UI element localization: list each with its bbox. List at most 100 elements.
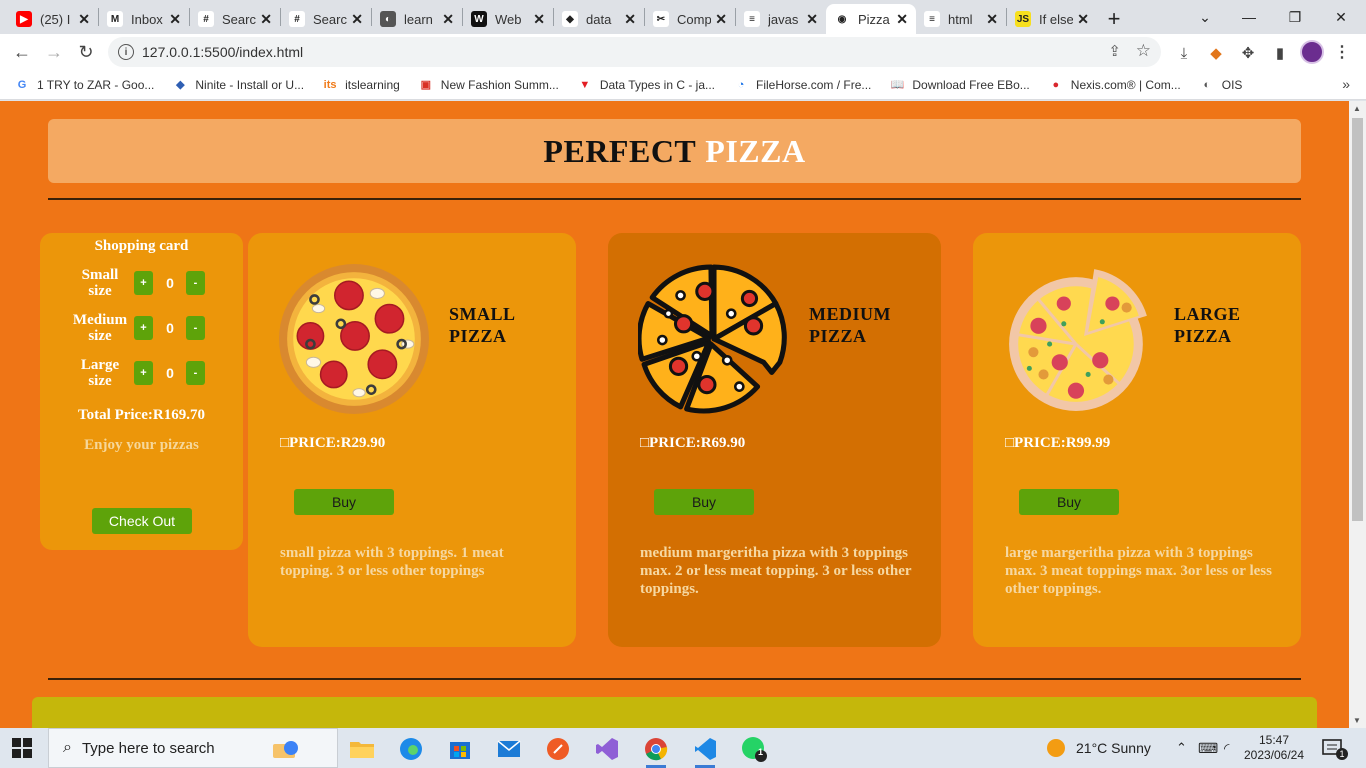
extensions-puzzle-icon[interactable]: ✥: [1238, 43, 1258, 63]
download-icon[interactable]: ⤓: [1174, 43, 1194, 63]
tab-search-icon[interactable]: ⌄: [1182, 0, 1228, 34]
reload-icon[interactable]: ↻: [74, 40, 98, 64]
cart-size-label: Large size: [80, 357, 120, 389]
browser-tab[interactable]: ≡ javas ✕: [736, 4, 826, 34]
notification-center-icon[interactable]: 1: [1322, 728, 1348, 768]
browser-tab[interactable]: W Web ✕: [463, 4, 553, 34]
more-bookmarks-icon[interactable]: »: [1342, 76, 1350, 92]
tab-close-icon[interactable]: ✕: [806, 11, 818, 28]
tab-close-icon[interactable]: ✕: [715, 11, 727, 28]
tab-close-icon[interactable]: ✕: [442, 11, 454, 28]
browser-tab[interactable]: # Searc ✕: [281, 4, 371, 34]
minimize-button[interactable]: —: [1226, 0, 1272, 34]
back-arrow-icon[interactable]: ←: [10, 40, 34, 64]
postman-icon[interactable]: [538, 733, 578, 765]
small-decrease-button[interactable]: -: [186, 271, 205, 295]
cart-row-small: Small size + 0 -: [40, 265, 243, 301]
url-text[interactable]: 127.0.0.1:5500/index.html: [142, 44, 303, 60]
edge-browser-icon[interactable]: [391, 733, 431, 765]
microsoft-store-icon[interactable]: [440, 733, 480, 765]
tab-title: Comp: [677, 11, 712, 27]
bookmark-item[interactable]: its itslearning: [322, 77, 400, 93]
bookmark-item[interactable]: ◐ OIS: [1199, 77, 1242, 93]
vscode-icon[interactable]: [685, 733, 725, 768]
profile-avatar[interactable]: [1300, 40, 1324, 64]
browser-tab[interactable]: JS If else ✕: [1007, 4, 1097, 34]
file-explorer-icon[interactable]: [342, 733, 382, 765]
page-scrollbar[interactable]: ▲ ▼: [1349, 101, 1366, 728]
network-icon[interactable]: ⌨: [1198, 728, 1218, 768]
medium-decrease-button[interactable]: -: [186, 316, 205, 340]
address-bar[interactable]: i 127.0.0.1:5500/index.html ⇪ ☆: [108, 37, 1161, 67]
tab-favicon-icon: #: [289, 11, 305, 27]
scrollbar-thumb[interactable]: [1352, 118, 1363, 521]
medium-pizza-image: [638, 264, 787, 414]
small-increase-button[interactable]: +: [134, 271, 153, 295]
show-hidden-icons-chevron-icon[interactable]: ⌃: [1176, 728, 1187, 768]
product-price-large: □PRICE:R99.99: [1005, 435, 1111, 451]
tab-close-icon[interactable]: ✕: [624, 11, 636, 28]
new-tab-button[interactable]: +: [1097, 4, 1131, 34]
tab-close-icon[interactable]: ✕: [533, 11, 545, 28]
site-info-icon[interactable]: i: [118, 44, 134, 60]
bookmark-item[interactable]: ● Nexis.com® | Com...: [1048, 77, 1180, 93]
tab-close-icon[interactable]: ✕: [1077, 11, 1089, 28]
bookmark-star-icon[interactable]: ☆: [1136, 41, 1151, 61]
weather-widget[interactable]: 21°C Sunny: [1046, 728, 1151, 768]
checkout-button[interactable]: Check Out: [92, 508, 192, 534]
page-viewport: PERFECT PIZZA Shopping card Small size +…: [0, 101, 1349, 728]
tab-close-icon[interactable]: ✕: [351, 11, 363, 28]
bookmark-item[interactable]: G 1 TRY to ZAR - Goo...: [14, 77, 155, 93]
chrome-icon[interactable]: [636, 733, 676, 768]
medium-increase-button[interactable]: +: [134, 316, 153, 340]
browser-tab[interactable]: ◆ data ✕: [554, 4, 644, 34]
visual-studio-icon[interactable]: [587, 733, 627, 765]
metamask-fox-icon[interactable]: ◆: [1206, 43, 1226, 63]
large-increase-button[interactable]: +: [134, 361, 153, 385]
buy-medium-button[interactable]: Buy: [654, 489, 754, 515]
tab-favicon-icon: ≡: [924, 11, 940, 27]
scroll-down-arrow-icon[interactable]: ▼: [1353, 716, 1361, 725]
tab-title: Web: [495, 11, 522, 27]
browser-tab[interactable]: # Searc ✕: [190, 4, 280, 34]
clock-time: 15:47: [1258, 733, 1290, 747]
taskbar-search-placeholder: Type here to search: [81, 739, 215, 757]
product-name-line2: PIZZA: [449, 326, 507, 346]
windows-taskbar: ⌕ Type here to search 1 21°C Sunny ⌃ ⌨ ◜…: [0, 728, 1366, 768]
mail-icon[interactable]: [489, 733, 529, 765]
bookmark-item[interactable]: 📖 Download Free EBo...: [889, 77, 1030, 93]
whatsapp-icon[interactable]: 1: [734, 733, 774, 765]
side-panel-icon[interactable]: ▮: [1270, 43, 1290, 63]
tab-close-icon[interactable]: ✕: [78, 11, 90, 28]
buy-small-button[interactable]: Buy: [294, 489, 394, 515]
browser-menu-icon[interactable]: ⋮: [1334, 42, 1350, 62]
tab-close-icon[interactable]: ✕: [260, 11, 272, 28]
bookmark-favicon-icon: ◐: [1203, 78, 1211, 91]
browser-tab[interactable]: ≡ html ✕: [916, 4, 1006, 34]
bookmark-item[interactable]: ▼ Data Types in C - ja...: [577, 77, 715, 93]
header-divider: [48, 198, 1301, 200]
forward-arrow-icon[interactable]: →: [42, 40, 66, 64]
bookmark-item[interactable]: ▣ New Fashion Summ...: [418, 77, 559, 93]
system-clock[interactable]: 15:47 2023/06/24: [1244, 728, 1304, 768]
bookmark-item[interactable]: ◆ Ninite - Install or U...: [172, 77, 304, 93]
tab-close-icon[interactable]: ✕: [896, 11, 908, 28]
large-decrease-button[interactable]: -: [186, 361, 205, 385]
browser-tab[interactable]: ◉ Pizza ✕: [826, 4, 916, 34]
share-icon[interactable]: ⇪: [1108, 42, 1121, 60]
scroll-up-arrow-icon[interactable]: ▲: [1353, 104, 1361, 113]
close-window-button[interactable]: ✕: [1318, 0, 1364, 34]
browser-tab[interactable]: ✂ Comp ✕: [645, 4, 735, 34]
windows-start-icon[interactable]: [12, 738, 32, 758]
bookmark-item[interactable]: ◔ FileHorse.com / Fre...: [733, 77, 872, 93]
browser-tab[interactable]: ◐ learn ✕: [372, 4, 462, 34]
tab-close-icon[interactable]: ✕: [986, 11, 998, 28]
restore-button[interactable]: ❐: [1272, 0, 1318, 34]
small-quantity: 0: [166, 275, 174, 291]
volume-icon[interactable]: ◜: [1224, 728, 1229, 768]
buy-large-button[interactable]: Buy: [1019, 489, 1119, 515]
browser-tab[interactable]: M Inbox ✕: [99, 4, 189, 34]
tab-close-icon[interactable]: ✕: [169, 11, 181, 28]
search-highlight-icon[interactable]: [264, 733, 304, 765]
browser-tab[interactable]: ▶ (25) I ✕: [8, 4, 98, 34]
